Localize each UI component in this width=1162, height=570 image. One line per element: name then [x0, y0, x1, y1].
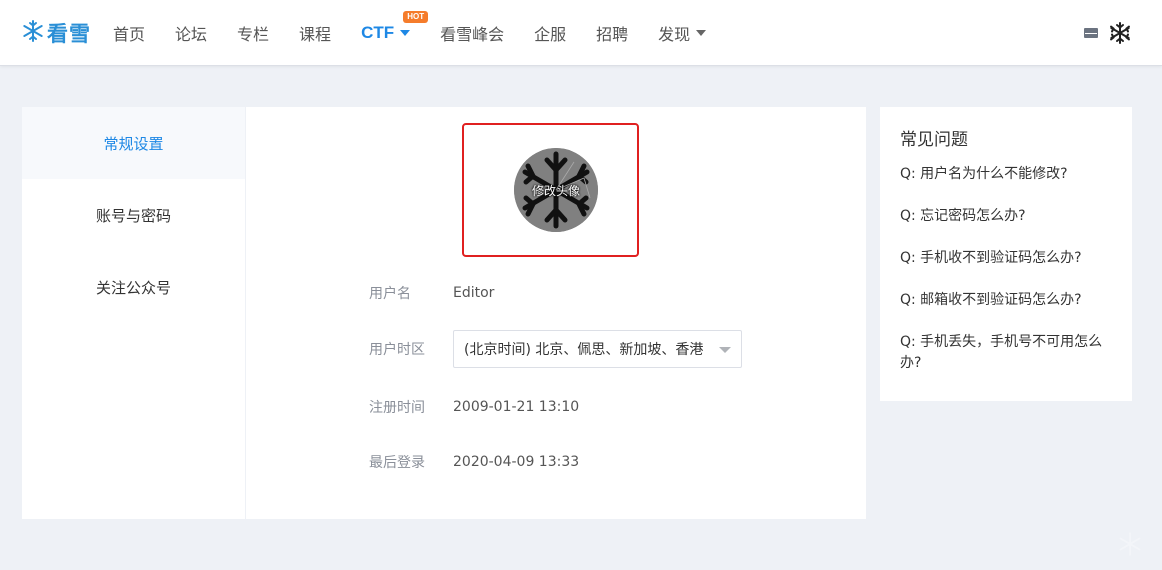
nav-forum-label: 论坛	[175, 25, 208, 44]
side-item-label: 常规设置	[103, 134, 164, 153]
mail-icon[interactable]	[1084, 28, 1098, 38]
nav-home[interactable]: 首页	[98, 0, 160, 66]
logo-text: 看雪	[47, 22, 91, 46]
timezone-select[interactable]: (北京时间) 北京、佩思、新加坡、香港	[453, 330, 742, 368]
profile-panel: 修改头像 用户名 Editor 用户时区 (北京时间) 北京、佩思、新加坡、香港…	[246, 107, 866, 519]
username-label: 用户名	[369, 286, 411, 302]
side-item-general-settings[interactable]: 常规设置	[22, 107, 245, 179]
username-value: Editor	[453, 285, 495, 301]
main-nav: 首页 论坛 专栏 课程 CTF HOT 看雪峰会 企服 招聘 发现	[98, 0, 721, 66]
site-logo[interactable]: 看雪	[22, 19, 91, 47]
nav-discover[interactable]: 发现	[643, 0, 721, 66]
nav-home-label: 首页	[113, 25, 146, 44]
side-item-label: 账号与密码	[95, 206, 171, 225]
nav-ctf[interactable]: CTF HOT	[346, 0, 429, 66]
username-row: 用户名 Editor	[369, 283, 494, 303]
faq-item[interactable]: Q: 用户名为什么不能修改?	[900, 164, 1112, 185]
nav-column-label: 专栏	[237, 25, 270, 44]
nav-courses-label: 课程	[299, 25, 332, 44]
side-item-follow-official-account[interactable]: 关注公众号	[22, 251, 245, 323]
nav-summit[interactable]: 看雪峰会	[425, 0, 519, 66]
chevron-down-icon	[719, 347, 731, 353]
nav-column[interactable]: 专栏	[222, 0, 284, 66]
snowflake-avatar-icon	[1110, 22, 1130, 44]
snowflake-watermark-icon	[1119, 532, 1141, 556]
avatar-highlight-box: 修改头像	[462, 123, 639, 257]
nav-enterprise[interactable]: 企服	[519, 0, 581, 66]
nav-forum[interactable]: 论坛	[160, 0, 222, 66]
faq-title: 常见问题	[900, 130, 968, 150]
last-login-value: 2020-04-09 13:33	[453, 454, 580, 470]
snowflake-logo-icon	[22, 20, 44, 46]
registered-label: 注册时间	[369, 400, 425, 416]
timezone-row: 用户时区 (北京时间) 北京、佩思、新加坡、香港	[369, 330, 742, 368]
timezone-label: 用户时区	[369, 342, 425, 358]
change-avatar-label: 修改头像	[531, 183, 580, 198]
last-login-label: 最后登录	[369, 455, 425, 471]
nav-jobs-label: 招聘	[596, 25, 629, 44]
chevron-down-icon	[696, 30, 707, 36]
nav-user-area	[1084, 20, 1132, 46]
settings-side-menu: 常规设置 账号与密码 关注公众号	[22, 107, 245, 519]
nav-discover-label: 发现	[658, 25, 691, 44]
registered-row: 注册时间 2009-01-21 13:10	[369, 397, 579, 417]
faq-item[interactable]: Q: 忘记密码怎么办?	[900, 206, 1112, 227]
registered-value: 2009-01-21 13:10	[453, 399, 580, 415]
watermark	[1118, 532, 1142, 556]
side-item-account-password[interactable]: 账号与密码	[22, 179, 245, 251]
nav-summit-label: 看雪峰会	[440, 25, 505, 44]
side-item-label: 关注公众号	[95, 278, 171, 297]
nav-enterprise-label: 企服	[534, 25, 567, 44]
change-avatar-button[interactable]: 修改头像	[514, 148, 598, 232]
nav-ctf-label: CTF	[361, 23, 395, 42]
last-login-row: 最后登录 2020-04-09 13:33	[369, 452, 579, 472]
faq-item[interactable]: Q: 手机丢失，手机号不可用怎么办?	[900, 332, 1112, 374]
top-nav-bar: 看雪 首页 论坛 专栏 课程 CTF HOT 看雪峰会 企服 招聘 发现	[0, 0, 1162, 66]
faq-item[interactable]: Q: 手机收不到验证码怎么办?	[900, 248, 1112, 269]
faq-item[interactable]: Q: 邮箱收不到验证码怎么办?	[900, 290, 1112, 311]
chevron-down-icon	[400, 30, 411, 36]
user-avatar[interactable]	[1108, 21, 1132, 45]
faq-panel: 常见问题 Q: 用户名为什么不能修改? Q: 忘记密码怎么办? Q: 手机收不到…	[880, 107, 1132, 401]
nav-jobs[interactable]: 招聘	[581, 0, 643, 66]
nav-courses[interactable]: 课程	[284, 0, 346, 66]
timezone-selected-value: (北京时间) 北京、佩思、新加坡、香港	[464, 342, 704, 358]
